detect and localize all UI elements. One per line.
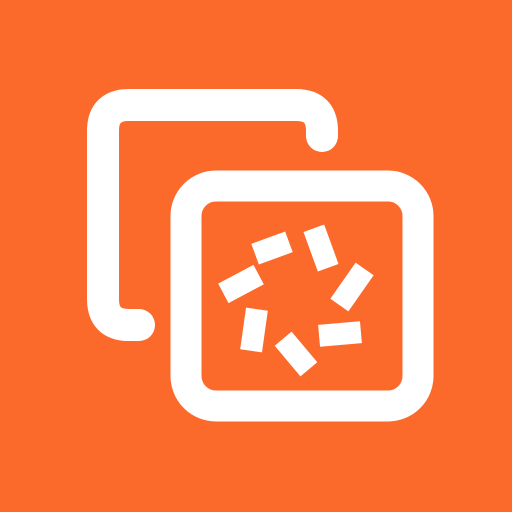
copy-spinner-icon bbox=[0, 0, 512, 512]
app-icon bbox=[0, 0, 512, 512]
spinner-dash bbox=[318, 321, 362, 347]
